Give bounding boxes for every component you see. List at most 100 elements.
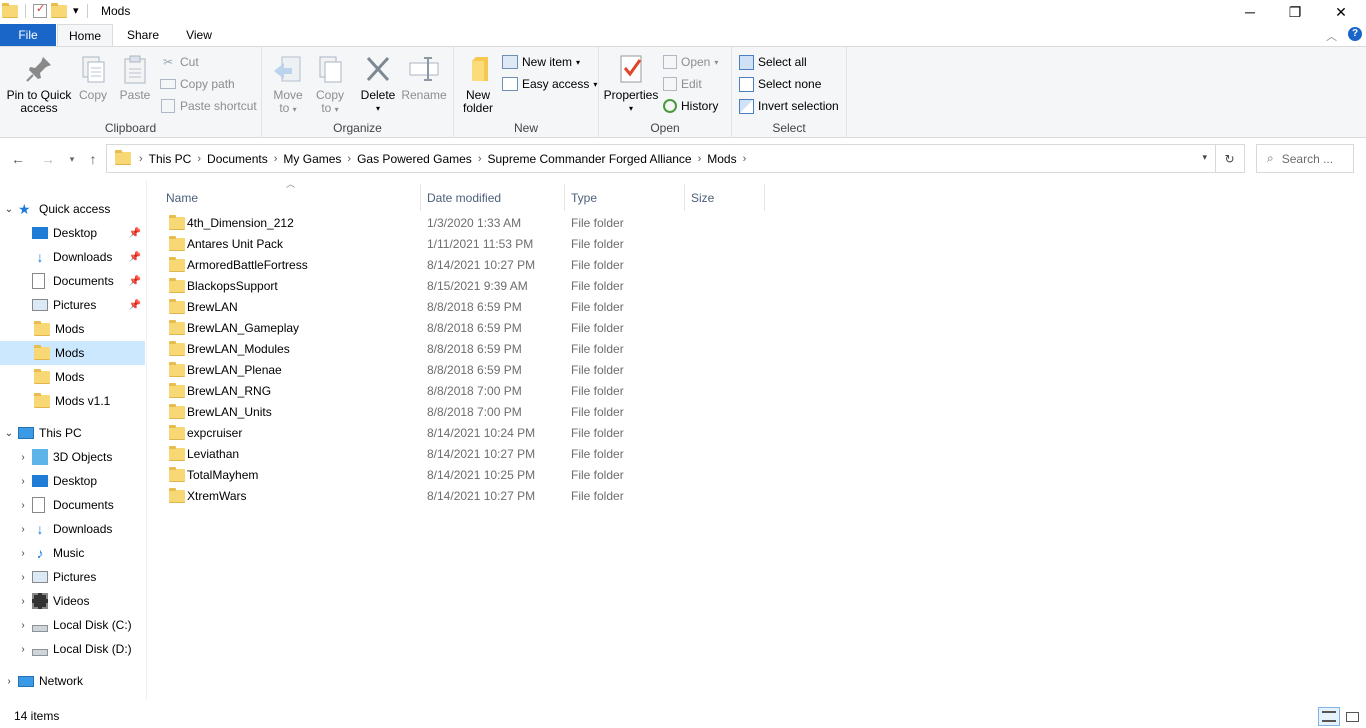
breadcrumb-supreme-commander[interactable]: Supreme Commander Forged Alliance <box>487 152 691 166</box>
pin-icon[interactable]: 📌 <box>129 300 141 311</box>
cut-button[interactable]: ✂ Cut <box>160 52 199 72</box>
qat-dropdown-icon[interactable]: ▾ <box>73 4 79 17</box>
up-arrow-icon[interactable]: ↑ <box>83 149 103 169</box>
chevron-right-icon[interactable]: › <box>347 153 351 165</box>
properties-button[interactable]: Properties ▾ <box>603 53 659 115</box>
nav-pictures[interactable]: › Pictures <box>0 565 145 589</box>
nav-downloads[interactable]: › ↓ Downloads <box>0 517 145 541</box>
paste-shortcut-button[interactable]: Paste shortcut <box>160 96 257 116</box>
nav-pictures-qa[interactable]: Pictures 📌 <box>0 293 145 317</box>
chevron-right-icon[interactable]: › <box>14 476 32 487</box>
close-button[interactable]: ✕ <box>1318 0 1364 24</box>
column-header-date[interactable]: Date modified <box>421 184 565 211</box>
new-folder-qat-icon[interactable] <box>51 3 67 18</box>
table-row[interactable]: BrewLAN_Units 8/8/2018 7:00 PM File folder <box>164 401 764 422</box>
nav-local-disk-c[interactable]: › Local Disk (C:) <box>0 613 145 637</box>
chevron-right-icon[interactable]: › <box>14 548 32 559</box>
table-row[interactable]: Leviathan 8/14/2021 10:27 PM File folder <box>164 443 764 464</box>
chevron-right-icon[interactable]: › <box>14 644 32 655</box>
forward-arrow-icon[interactable]: → <box>38 149 58 169</box>
breadcrumb-my-games[interactable]: My Games <box>283 152 341 166</box>
address-bar[interactable]: › This PC › Documents › My Games › Gas P… <box>106 144 1216 173</box>
nav-3d-objects[interactable]: › 3D Objects <box>0 445 145 469</box>
breadcrumb-mods[interactable]: Mods <box>707 152 736 166</box>
nav-downloads-qa[interactable]: ↓ Downloads 📌 <box>0 245 145 269</box>
tab-view[interactable]: View <box>171 24 227 47</box>
address-dropdown-icon[interactable]: ▾ <box>1202 152 1207 163</box>
easy-access-button[interactable]: Easy access ▾ <box>502 74 597 94</box>
nav-music[interactable]: › ♪ Music <box>0 541 145 565</box>
nav-network[interactable]: › Network <box>0 669 145 693</box>
table-row[interactable]: BrewLAN_Plenae 8/8/2018 6:59 PM File folde… <box>164 359 764 380</box>
maximize-button[interactable]: ❐ <box>1272 0 1318 24</box>
copy-to-button[interactable]: Copy to ▾ <box>312 53 348 116</box>
properties-dropdown-icon[interactable]: ▾ <box>603 102 659 115</box>
table-row[interactable]: BrewLAN 8/8/2018 6:59 PM File folder <box>164 296 764 317</box>
chevron-right-icon[interactable]: › <box>14 452 32 463</box>
nav-desktop-qa[interactable]: Desktop 📌 <box>0 221 145 245</box>
details-view-button[interactable] <box>1318 707 1340 726</box>
move-to-button[interactable]: Move to ▾ <box>270 53 306 116</box>
edit-button[interactable]: Edit <box>663 74 702 94</box>
chevron-right-icon[interactable]: › <box>274 153 278 165</box>
nav-quick-access[interactable]: ⌄ ★ Quick access <box>0 197 145 221</box>
nav-mods-2[interactable]: Mods <box>0 341 145 365</box>
back-arrow-icon[interactable]: ← <box>8 149 28 169</box>
properties-qat-icon[interactable]: ✓ <box>33 3 47 18</box>
chevron-right-icon[interactable]: › <box>139 153 143 165</box>
minimize-button[interactable]: ─ <box>1227 0 1273 24</box>
tab-share[interactable]: Share <box>115 24 171 47</box>
tab-file[interactable]: File <box>0 24 56 47</box>
column-header-size[interactable]: Size <box>685 184 765 211</box>
help-icon[interactable]: ? <box>1348 27 1362 41</box>
table-row[interactable]: 4th_Dimension_212 1/3/2020 1:33 AM File fo… <box>164 212 764 233</box>
invert-selection-button[interactable]: Invert selection <box>739 96 839 116</box>
table-row[interactable]: BrewLAN_Modules 8/8/2018 6:59 PM File fold… <box>164 338 764 359</box>
collapse-ribbon-icon[interactable]: ︿ <box>1326 28 1337 44</box>
nav-mods-v1-1[interactable]: Mods v1.1 <box>0 389 145 413</box>
nav-this-pc[interactable]: ⌄ This PC <box>0 421 145 445</box>
table-row[interactable]: XtremWars 8/14/2021 10:27 PM File folder <box>164 485 764 506</box>
chevron-right-icon[interactable]: › <box>743 153 747 165</box>
nav-documents-qa[interactable]: Documents 📌 <box>0 269 145 293</box>
nav-documents[interactable]: › Documents <box>0 493 145 517</box>
chevron-down-icon[interactable]: ⌄ <box>0 428 18 439</box>
rename-button[interactable]: Rename <box>400 53 448 102</box>
paste-button[interactable]: Paste <box>117 53 153 102</box>
open-button[interactable]: Open ▾ <box>663 52 718 72</box>
chevron-down-icon[interactable]: ⌄ <box>0 204 18 215</box>
table-row[interactable]: Antares Unit Pack 1/11/2021 11:53 PM File … <box>164 233 764 254</box>
chevron-right-icon[interactable]: › <box>197 153 201 165</box>
nav-desktop[interactable]: › Desktop <box>0 469 145 493</box>
nav-mods-1[interactable]: Mods <box>0 317 145 341</box>
table-row[interactable]: expcruiser 8/14/2021 10:24 PM File folder <box>164 422 764 443</box>
table-row[interactable]: BlackopsSupport 8/15/2021 9:39 AM File fol… <box>164 275 764 296</box>
recent-locations-chevron-icon[interactable]: ▾ <box>62 149 82 169</box>
pin-icon[interactable]: 📌 <box>129 252 141 263</box>
copy-path-button[interactable]: Copy path <box>160 74 235 94</box>
table-row[interactable]: BrewLAN_Gameplay 8/8/2018 6:59 PM File fol… <box>164 317 764 338</box>
search-input[interactable]: Search ... <box>1282 152 1333 166</box>
breadcrumb-gas-powered-games[interactable]: Gas Powered Games <box>357 152 472 166</box>
select-all-button[interactable]: Select all <box>739 52 807 72</box>
table-row[interactable]: ArmoredBattleFortress 8/14/2021 10:27 PM F… <box>164 254 764 275</box>
pin-icon[interactable]: 📌 <box>129 228 141 239</box>
chevron-right-icon[interactable]: › <box>0 676 18 687</box>
pin-to-quick-access-button[interactable]: Pin to Quick access <box>6 53 72 115</box>
nav-videos[interactable]: › Videos <box>0 589 145 613</box>
chevron-right-icon[interactable]: › <box>14 620 32 631</box>
chevron-right-icon[interactable]: › <box>698 153 702 165</box>
breadcrumb-this-pc[interactable]: This PC <box>149 152 192 166</box>
delete-dropdown-icon[interactable]: ▾ <box>358 102 398 115</box>
select-none-button[interactable]: Select none <box>739 74 821 94</box>
column-header-name[interactable]: Name <box>160 184 421 211</box>
chevron-right-icon[interactable]: › <box>14 572 32 583</box>
tab-home[interactable]: Home <box>57 24 113 47</box>
new-item-button[interactable]: New item ▾ <box>502 52 580 72</box>
history-button[interactable]: History <box>663 96 718 116</box>
pin-icon[interactable]: 📌 <box>129 276 141 287</box>
large-icons-view-button[interactable] <box>1341 707 1363 726</box>
chevron-right-icon[interactable]: › <box>14 524 32 535</box>
table-row[interactable]: TotalMayhem 8/14/2021 10:25 PM File folder <box>164 464 764 485</box>
copy-button[interactable]: Copy <box>75 53 111 102</box>
